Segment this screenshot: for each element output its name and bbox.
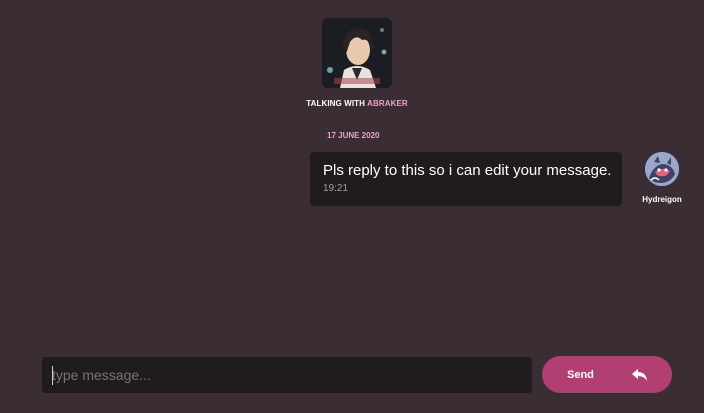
message-bubble[interactable]: Pls reply to this so i can edit your mes… xyxy=(310,152,622,206)
text-caret xyxy=(52,366,53,385)
message-time: 19:21 xyxy=(323,183,349,194)
contact-name[interactable]: ABRAKER xyxy=(367,99,408,108)
sender-name[interactable]: Hydreigon xyxy=(630,195,694,204)
reply-arrow-icon xyxy=(632,369,647,381)
message-text: Pls reply to this so i can edit your mes… xyxy=(323,162,612,179)
message-input[interactable] xyxy=(42,357,532,393)
conversation-title: TALKING WITH ABRAKER xyxy=(0,99,704,108)
user-avatar-icon xyxy=(322,18,392,88)
contact-avatar[interactable] xyxy=(322,18,392,88)
talking-with-prefix: TALKING WITH xyxy=(306,99,366,108)
send-button[interactable]: Send xyxy=(542,356,672,393)
send-button-label: Send xyxy=(567,368,594,381)
date-separator: 17 JUNE 2020 xyxy=(327,131,380,140)
dragon-avatar-icon xyxy=(645,152,679,186)
sender-avatar[interactable] xyxy=(645,152,679,186)
chat-page: TALKING WITH ABRAKER 17 JUNE 2020 Pls re… xyxy=(0,0,704,413)
